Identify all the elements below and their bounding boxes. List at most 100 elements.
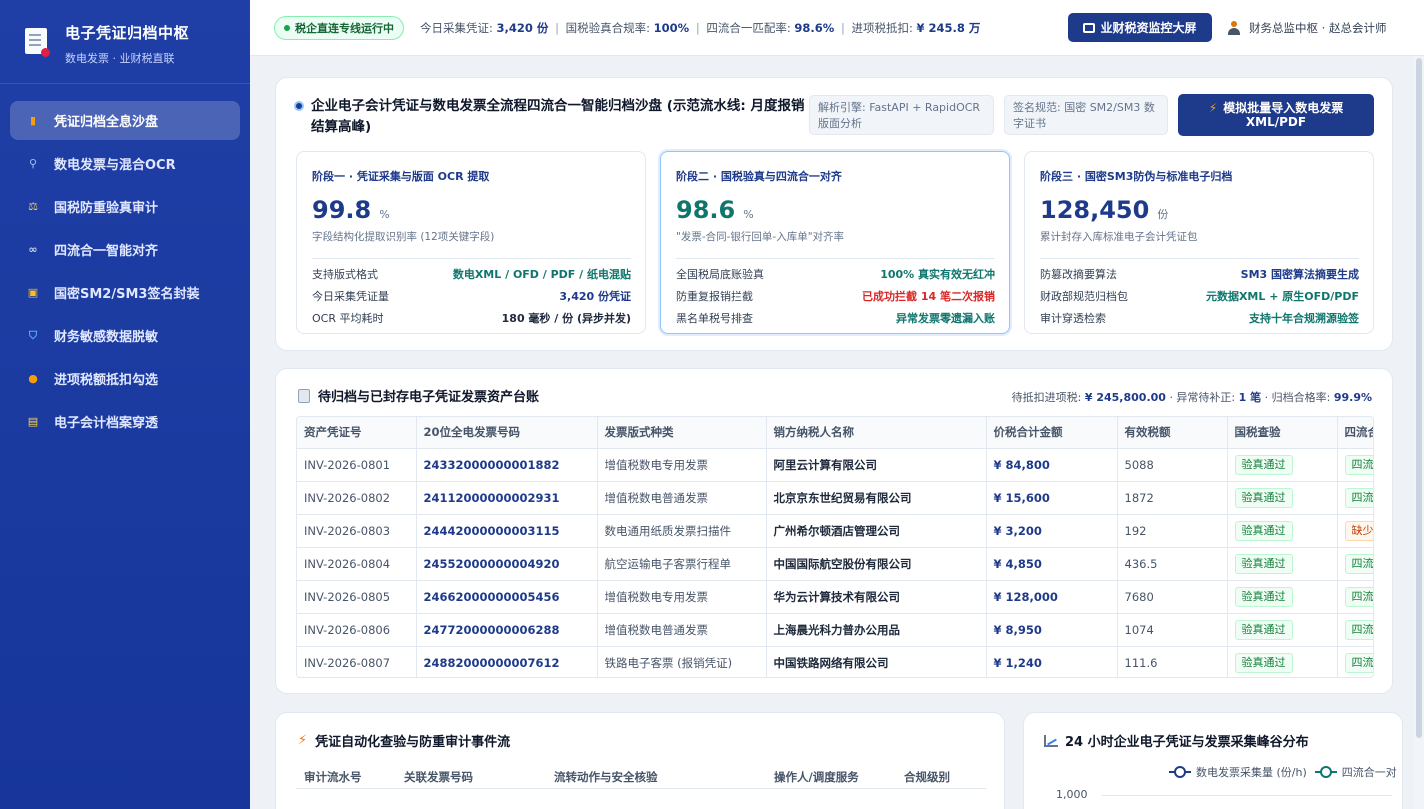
sidebar-item-label: 财务敏感数据脱敏: [54, 330, 159, 345]
column-header[interactable]: 四流合一: [1337, 417, 1373, 449]
column-header[interactable]: 审计流水号: [304, 769, 362, 785]
column-header[interactable]: 操作人/调度服务: [774, 769, 859, 785]
stage-unit: %: [379, 208, 390, 221]
status-badge: 验真通过: [1234, 553, 1293, 574]
ledger-rate-label: · 归档合格率:: [1264, 391, 1331, 404]
scrollbar-thumb[interactable]: [1416, 58, 1422, 738]
metric-value: 180 毫秒 / 份 (异步并发): [501, 312, 631, 325]
table-cell: 24552000000004920: [416, 547, 598, 581]
table-cell: 数电通用纸质发票扫描件: [597, 514, 767, 548]
metric-value: SM3 国密算法摘要生成: [1240, 268, 1359, 281]
table-cell: 1074: [1117, 613, 1228, 647]
verify-status-cell: 验真通过: [1227, 448, 1338, 482]
archive-document-icon: [25, 28, 50, 57]
stage-metric-row: OCR 平均耗时 180 毫秒 / 份 (异步并发): [312, 307, 631, 329]
table-row[interactable]: INV-2026-0805 24662000000005456 增值税数电专用发票华…: [297, 580, 1373, 614]
column-header[interactable]: 合规级别: [904, 769, 950, 785]
sidebar-item-7[interactable]: ● 进项税额抵扣勾选: [10, 359, 240, 398]
column-header[interactable]: 20位全电发票号码: [416, 417, 598, 449]
four-flow-status-cell: 四流: [1337, 481, 1373, 515]
table-cell: 1872: [1117, 481, 1228, 515]
table-cell: INV-2026-0805: [297, 580, 417, 614]
status-badge: 验真通过: [1234, 487, 1293, 508]
column-header[interactable]: 发票版式种类: [597, 417, 767, 449]
stage-title: 阶段三 · 国密SM3防伪与标准电子归档: [1040, 170, 1233, 183]
match-value: 98.6%: [794, 20, 835, 35]
table-cell: 中国铁路网络有限公司: [766, 646, 987, 677]
metric-label: 防篡改摘要算法: [1040, 268, 1117, 281]
magnifier-icon: ⚲: [28, 157, 38, 170]
legend-marker-2: [1314, 766, 1337, 778]
table-cell: 增值税数电普通发票: [597, 481, 767, 515]
metric-label: OCR 平均耗时: [312, 312, 384, 325]
status-badge: 四流: [1344, 586, 1373, 607]
sidebar-item-8[interactable]: ▤ 电子会计档案穿透: [10, 402, 240, 441]
metric-label: 今日采集凭证量: [312, 290, 389, 303]
table-cell: 增值税数电专用发票: [597, 448, 767, 482]
column-header[interactable]: 价税合计金额: [986, 417, 1118, 449]
column-header[interactable]: 销方纳税人名称: [766, 417, 987, 449]
stage-value-number: 128,450: [1040, 196, 1150, 224]
metric-value: 3,420 份凭证: [559, 290, 631, 303]
sidebar-item-3[interactable]: ⚖ 国税防重验真审计: [10, 187, 240, 226]
page-scrollbar[interactable]: [1414, 56, 1424, 809]
status-badge: 验真通过: [1234, 454, 1293, 475]
table-row[interactable]: INV-2026-0802 24112000000002931 增值税数电普通发票北…: [297, 481, 1373, 515]
column-header[interactable]: 关联发票号码: [404, 769, 473, 785]
stage-description: 累计封存入库标准电子会计凭证包: [1040, 231, 1198, 243]
sidebar-item-4[interactable]: ∞ 四流合一智能对齐: [10, 230, 240, 269]
brand-title: 电子凭证归档中枢: [65, 24, 190, 42]
table-cell: ¥ 84,800: [986, 448, 1118, 482]
brand-subtitle: 数电发票 · 业财税直联: [65, 52, 175, 65]
ledger-title: 待归档与已封存电子凭证发票资产台账: [318, 390, 540, 405]
sidebar-item-6[interactable]: ⛉ 财务敏感数据脱敏: [10, 316, 240, 355]
events-table-header: 审计流水号 关联发票号码 流转动作与安全核验 操作人/调度服务 合规级别: [296, 763, 986, 789]
table-cell: 24442000000003115: [416, 514, 598, 548]
sidebar-item-5[interactable]: ▣ 国密SM2/SM3签名封装: [10, 273, 240, 312]
table-cell: 增值税数电专用发票: [597, 580, 767, 614]
sidebar-item-label: 国税防重验真审计: [54, 201, 159, 216]
column-header[interactable]: 国税查验: [1227, 417, 1338, 449]
ledger-abnormal-label: · 异常待补正:: [1169, 391, 1236, 404]
tax-label: 进项税抵扣:: [851, 20, 913, 35]
chart-panel: 24 小时企业电子凭证与发票采集峰谷分布 数电发票采集量 (份/h) 四流合一对…: [1023, 712, 1403, 809]
shield-icon: ⛉: [28, 328, 38, 342]
table-cell: 192: [1117, 514, 1228, 548]
stage-value: 128,450 份: [1040, 196, 1168, 224]
stage-card-3[interactable]: 阶段三 · 国密SM3防伪与标准电子归档 128,450 份累计封存入库标准电子会计…: [1024, 151, 1374, 334]
table-cell: 436.5: [1117, 547, 1228, 581]
verify-value: 100%: [653, 20, 690, 35]
top-stats: 今日采集凭证: 3,420 份 | 国税验真合规率: 100% | 四流合一匹配…: [420, 20, 981, 35]
stage-metrics: 防篡改摘要算法 SM3 国密算法摘要生成 财政部规范归档包 元数据XML + 原生OF…: [1040, 258, 1359, 329]
table-row[interactable]: INV-2026-0801 24332000000001882 增值税数电专用发票阿…: [297, 448, 1373, 482]
user-profile[interactable]: 财务总监中枢 · 赵总会计师: [1228, 20, 1386, 36]
table-row[interactable]: INV-2026-0806 24772000000006288 增值税数电普通发票上…: [297, 613, 1373, 647]
sidebar-item-2[interactable]: ⚲ 数电发票与混合OCR: [10, 144, 240, 183]
sidebar-item-label: 国密SM2/SM3签名封装: [54, 287, 200, 302]
column-header[interactable]: 流转动作与安全核验: [554, 769, 658, 785]
table-row[interactable]: INV-2026-0803 24442000000003115 数电通用纸质发票扫描…: [297, 514, 1373, 548]
stage-description: "发票-合同-银行回单-入库单"对齐率: [676, 231, 845, 243]
stage-value: 98.6%: [676, 196, 754, 224]
events-panel: ⚡ 凭证自动化查验与防重审计事件流 审计流水号 关联发票号码 流转动作与安全核验 操作…: [275, 712, 1005, 809]
table-cell: INV-2026-0803: [297, 514, 417, 548]
table-cell: 24882000000007612: [416, 646, 598, 677]
batch-import-button[interactable]: ⚡ 模拟批量导入数电发票 XML/PDF: [1178, 94, 1374, 136]
ledger-table-container[interactable]: 资产凭证号 20位全电发票号码 发票版式种类 销方纳税人名称 价税合计金额 有效税额 国税查…: [296, 416, 1374, 678]
monitor-dashboard-button[interactable]: 业财税资监控大屏: [1068, 13, 1212, 42]
status-badge: 验真通过: [1234, 520, 1293, 541]
metric-label: 支持版式格式: [312, 268, 378, 281]
table-row[interactable]: INV-2026-0807 24882000000007612 铁路电子客票 (报销…: [297, 646, 1373, 677]
table-row[interactable]: INV-2026-0804 24552000000004920 航空运输电子客票行程…: [297, 547, 1373, 581]
line-chart-icon: [1044, 734, 1058, 747]
stage-description: 字段结构化提取识别率 (12项关键字段): [312, 231, 495, 243]
metric-value: 支持十年合规溯源验签: [1249, 312, 1359, 325]
stage-value: 99.8%: [312, 196, 390, 224]
stage-card-2[interactable]: 阶段二 · 国税验真与四流合一对齐 98.6% "发票-合同-银行回单-入库单"对齐…: [660, 151, 1010, 334]
stage-card-1[interactable]: 阶段一 · 凭证采集与版面 OCR 提取 99.8% 字段结构化提取识别率 (12项…: [296, 151, 646, 334]
ledger-tax-label: 待抵扣进项税:: [1011, 391, 1082, 404]
column-header[interactable]: 资产凭证号: [297, 417, 417, 449]
stage-unit: 份: [1157, 208, 1169, 221]
column-header[interactable]: 有效税额: [1117, 417, 1228, 449]
sidebar-item-1[interactable]: ▮ 凭证归档全息沙盘: [10, 101, 240, 140]
